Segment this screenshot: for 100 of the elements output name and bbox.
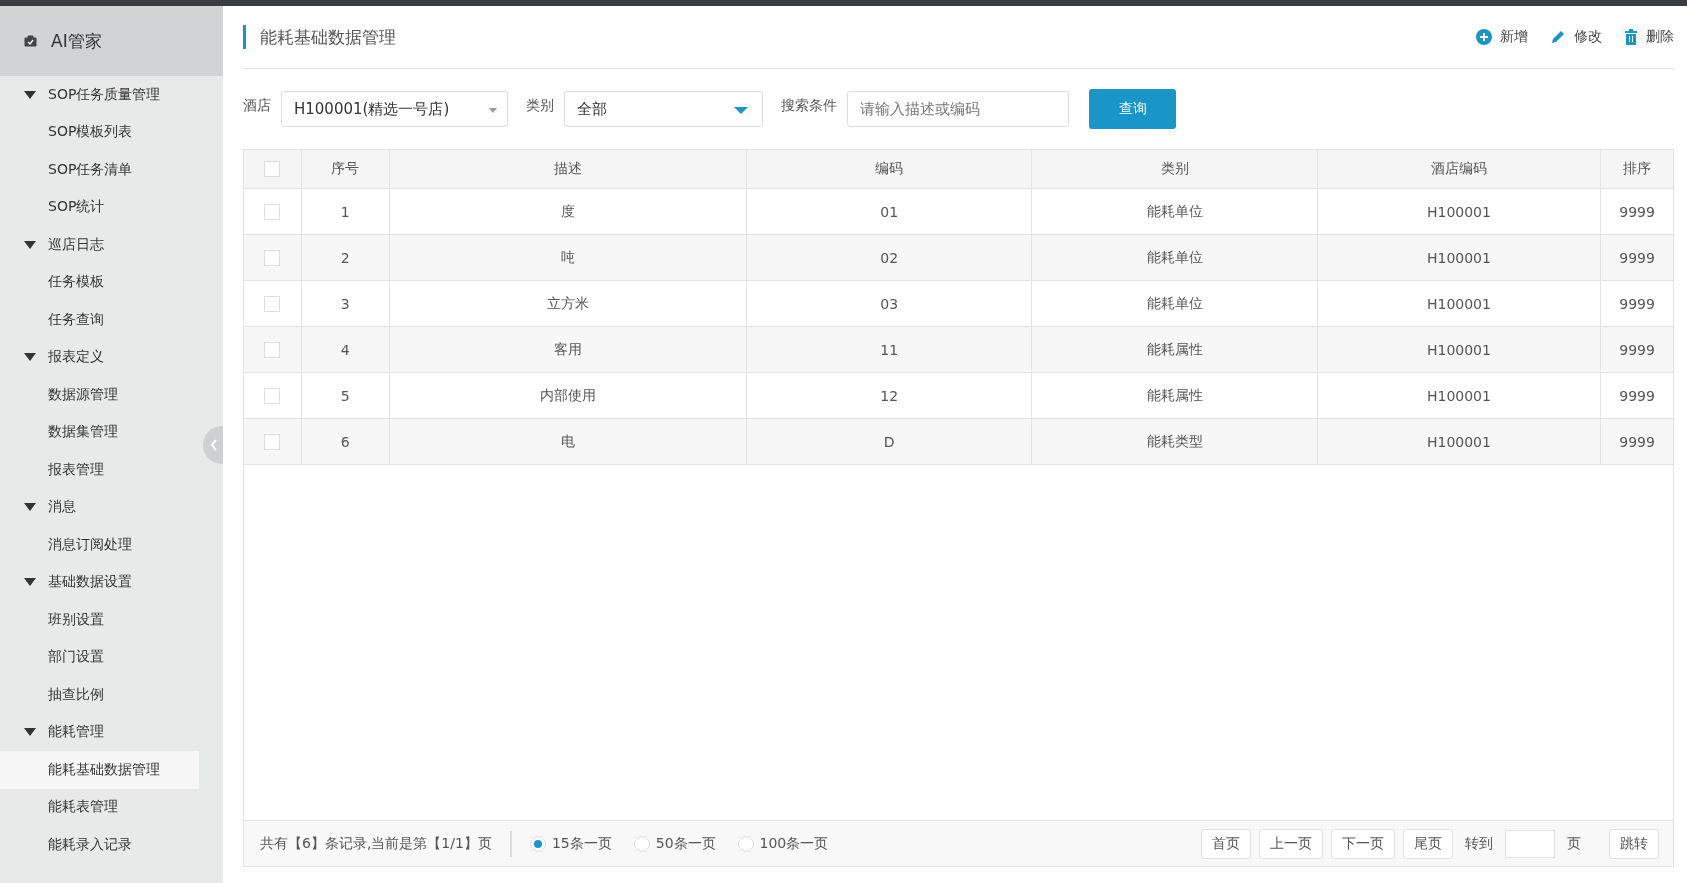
checkbox[interactable]	[264, 161, 281, 177]
delete-button[interactable]: 删除	[1624, 28, 1674, 46]
sidebar-item[interactable]: 能耗基础数据管理	[0, 751, 199, 789]
table-cell: 能耗属性	[1032, 373, 1318, 418]
app-title: AI管家	[51, 29, 102, 53]
sidebar-item[interactable]: 抽查比例	[0, 676, 199, 714]
column-header: 酒店编码	[1317, 150, 1602, 188]
table-cell: 03	[746, 281, 1033, 326]
column-header: 类别	[1032, 150, 1318, 188]
record-summary: 共有【6】条记录,当前是第【1/1】页	[260, 834, 492, 853]
table-cell: 度	[389, 189, 747, 234]
checkbox[interactable]	[264, 341, 281, 358]
table-cell: 11	[746, 327, 1033, 372]
page-button[interactable]: 首页	[1201, 828, 1251, 859]
search-label: 搜索条件	[781, 97, 837, 115]
sidebar-item[interactable]: 报表管理	[0, 451, 199, 489]
table-cell: H100001	[1317, 327, 1602, 372]
table-cell: 内部使用	[389, 373, 747, 418]
table-cell-text: 9999	[1618, 340, 1656, 360]
table-cell: 5	[301, 373, 390, 418]
table-cell: 能耗单位	[1032, 281, 1318, 326]
checkbox[interactable]	[264, 203, 281, 220]
table-cell-text: 9999	[1618, 432, 1656, 452]
page-number-field[interactable]	[1505, 829, 1555, 858]
goto-label: 转到	[1465, 834, 1493, 853]
page-button[interactable]: 上一页	[1259, 828, 1323, 859]
sidebar-item[interactable]: 任务查询	[0, 301, 199, 339]
edit-button[interactable]: 修改	[1550, 28, 1602, 46]
sidebar-item[interactable]: 任务模板	[0, 263, 199, 301]
pencil-icon	[1550, 29, 1566, 45]
sidebar-item[interactable]: 消息订阅处理	[0, 526, 199, 564]
radio-button[interactable]	[737, 835, 754, 852]
checkbox[interactable]	[264, 295, 281, 312]
table-cell: 01	[746, 189, 1033, 234]
table-cell: 能耗属性	[1032, 327, 1318, 372]
radio-button[interactable]	[529, 835, 546, 852]
table-cell: H100001	[1317, 235, 1602, 280]
column-header: 编码	[746, 150, 1033, 188]
page-size-option[interactable]: 15条一页	[529, 834, 612, 853]
table-cell-text: 9999	[1618, 202, 1656, 222]
trash-icon	[1624, 29, 1638, 45]
sidebar-item[interactable]: 部门设置	[0, 638, 199, 676]
table-cell: 02	[746, 235, 1033, 280]
search-field[interactable]: 请输入描述或编码	[847, 91, 1069, 127]
sidebar-group[interactable]: 报表定义	[0, 338, 223, 376]
table-cell: 吨	[389, 235, 747, 280]
jump-button[interactable]: 跳转	[1609, 828, 1659, 859]
collapse-handle[interactable]	[203, 426, 223, 464]
sidebar-group[interactable]: 消息	[0, 488, 223, 526]
table-cell: 1	[301, 189, 390, 234]
table-cell-text: 9999	[1618, 248, 1656, 268]
table-cell: H100001	[1317, 419, 1602, 464]
chevron-left-icon	[210, 439, 218, 451]
table-cell: 12	[746, 373, 1033, 418]
category-select[interactable]: 全部	[564, 91, 763, 127]
sidebar-group[interactable]: SOP任务质量管理	[0, 76, 223, 114]
sidebar-item[interactable]: SOP模板列表	[0, 113, 199, 151]
table-cell: 立方米	[389, 281, 747, 326]
sidebar-item[interactable]: 数据集管理	[0, 413, 199, 451]
page-size-option[interactable]: 50条一页	[633, 834, 716, 853]
sidebar-group[interactable]: 基础数据设置	[0, 563, 223, 601]
table-cell: 3	[301, 281, 390, 326]
hotel-label: 酒店	[243, 97, 271, 115]
table-cell: 能耗单位	[1032, 235, 1318, 280]
page-unit-label: 页	[1567, 834, 1581, 853]
page-title: 能耗基础数据管理	[243, 25, 396, 49]
table-cell: H100001	[1317, 281, 1602, 326]
table-cell: 能耗单位	[1032, 189, 1318, 234]
page-button[interactable]: 下一页	[1331, 828, 1395, 859]
page-button[interactable]: 尾页	[1403, 828, 1453, 859]
hotel-select[interactable]: H100001(精选一号店)	[281, 91, 508, 127]
category-label: 类别	[526, 97, 554, 115]
table-cell: 6	[301, 419, 390, 464]
sidebar-item[interactable]: 数据源管理	[0, 376, 199, 414]
add-button[interactable]: 新增	[1476, 28, 1528, 46]
checkbox[interactable]	[264, 249, 281, 266]
table-cell-text: 9999	[1618, 294, 1656, 314]
table-cell: H100001	[1317, 373, 1602, 418]
column-header: 排序	[1622, 159, 1653, 178]
radio-button[interactable]	[633, 835, 650, 852]
table-cell: 能耗类型	[1032, 419, 1318, 464]
sidebar-item[interactable]: SOP统计	[0, 188, 199, 226]
table-cell: 4	[301, 327, 390, 372]
checkbox[interactable]	[264, 433, 281, 450]
table-cell: 电	[389, 419, 747, 464]
sidebar-group[interactable]: 能耗管理	[0, 713, 223, 751]
sidebar-item[interactable]: 班别设置	[0, 601, 199, 639]
column-header: 描述	[389, 150, 747, 188]
sidebar-item[interactable]: 能耗表管理	[0, 788, 199, 826]
table-cell: D	[746, 419, 1033, 464]
checkbox[interactable]	[264, 387, 281, 404]
plus-circle-icon	[1476, 29, 1492, 45]
table-cell: 客用	[389, 327, 747, 372]
page-size-option[interactable]: 100条一页	[737, 834, 829, 853]
table-cell: H100001	[1317, 189, 1602, 234]
table-cell-text: 9999	[1618, 386, 1656, 406]
sidebar-item[interactable]: SOP任务清单	[0, 151, 199, 189]
sidebar-item[interactable]: 能耗录入记录	[0, 826, 199, 864]
table-cell: 2	[301, 235, 390, 280]
sidebar-group[interactable]: 巡店日志	[0, 226, 223, 264]
